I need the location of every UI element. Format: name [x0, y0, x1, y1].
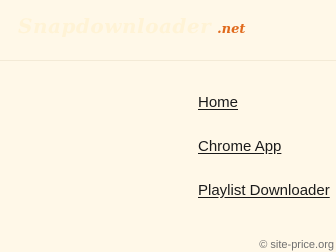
logo-wordmark: Snapdownloader	[18, 14, 212, 38]
site-header: Snapdownloader .net	[0, 0, 336, 60]
watermark: © site-price.org	[259, 239, 334, 251]
header-divider	[0, 60, 336, 61]
main-nav: Home Chrome App Playlist Downloader	[198, 94, 330, 226]
nav-item-playlist-downloader: Playlist Downloader	[198, 182, 330, 226]
nav-item-chrome-app: Chrome App	[198, 138, 330, 182]
logo-tld: .net	[217, 22, 246, 37]
nav-link-playlist-downloader[interactable]: Playlist Downloader	[198, 182, 330, 200]
site-logo[interactable]: Snapdownloader .net	[18, 14, 245, 42]
nav-link-chrome-app[interactable]: Chrome App	[198, 138, 281, 156]
nav-item-home: Home	[198, 94, 330, 138]
nav-link-home[interactable]: Home	[198, 94, 238, 112]
